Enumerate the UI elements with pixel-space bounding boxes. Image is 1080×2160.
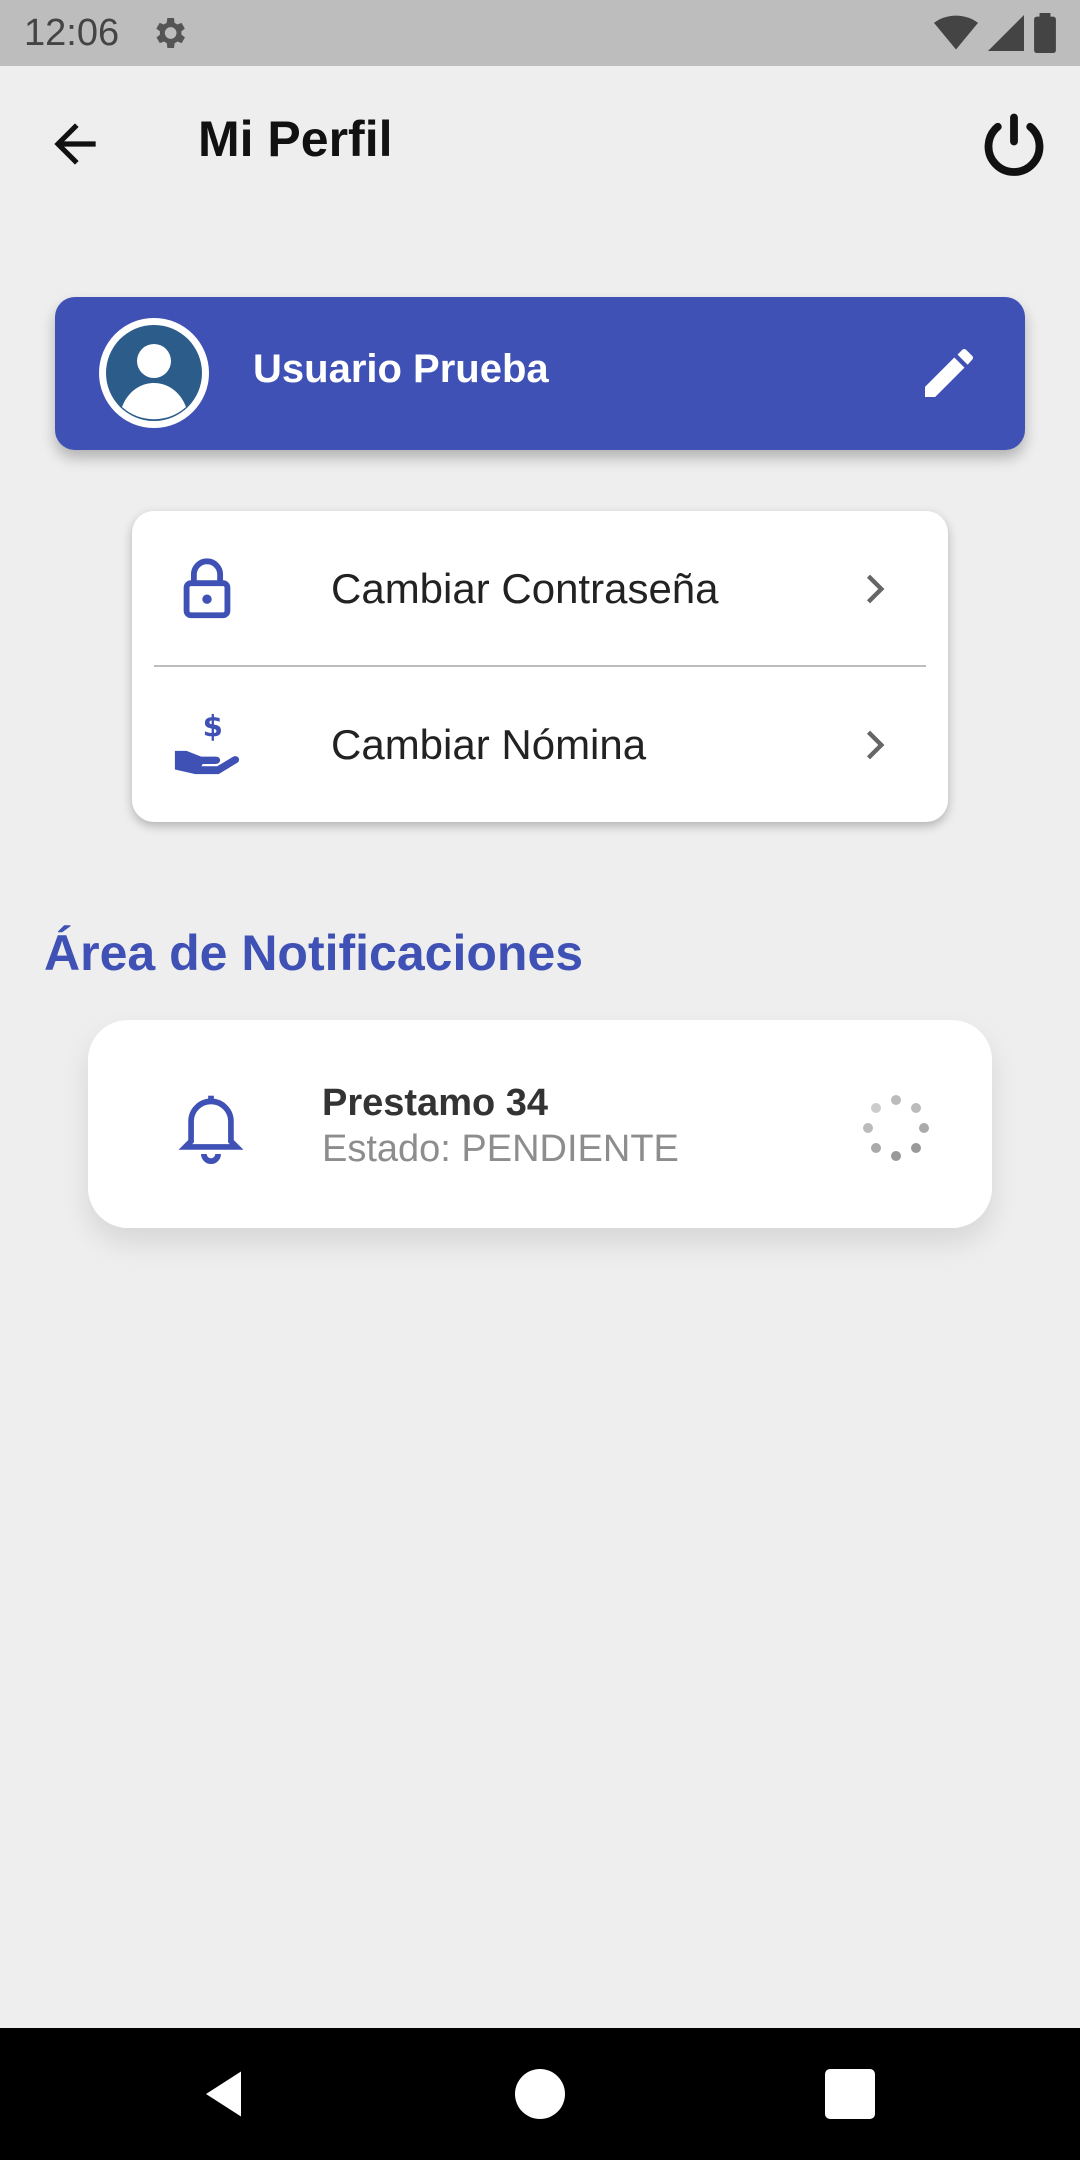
nav-back-icon[interactable] (196, 2064, 256, 2124)
lock-icon (183, 557, 231, 618)
change-payroll-item[interactable]: $ Cambiar Nómina (132, 667, 948, 822)
notification-status: Estado: PENDIENTE (322, 1128, 679, 1170)
svg-text:$: $ (203, 710, 223, 743)
chevron-right-icon (866, 574, 885, 603)
page-title: Mi Perfil (198, 111, 393, 167)
wifi-icon (934, 15, 978, 50)
nav-home-icon[interactable] (510, 2064, 570, 2124)
loading-spinner-icon (863, 1095, 929, 1161)
hand-money-icon: $ (174, 710, 240, 774)
bell-icon (178, 1095, 244, 1164)
settings-gear-icon (156, 18, 186, 48)
change-payroll-label: Cambiar Nómina (331, 720, 647, 768)
app-bar: Mi Perfil (0, 66, 1080, 222)
status-time: 12:06 (24, 11, 120, 54)
notification-title: Prestamo 34 (322, 1082, 549, 1124)
avatar (99, 318, 209, 428)
profile-options-card: Cambiar Contraseña $ Cambiar Nómina (132, 511, 948, 822)
change-password-label: Cambiar Contraseña (331, 564, 719, 612)
profile-card: Usuario Prueba (55, 297, 1025, 450)
cell-signal-icon (988, 15, 1024, 51)
user-avatar-icon (106, 325, 202, 421)
nav-recents-icon[interactable] (820, 2064, 880, 2124)
system-nav-bar (0, 2028, 1080, 2160)
notifications-section-title: Área de Notificaciones (44, 925, 584, 981)
battery-icon (1034, 13, 1056, 53)
change-password-item[interactable]: Cambiar Contraseña (132, 511, 948, 666)
power-logout-icon[interactable] (978, 110, 1050, 182)
screen: 12:06 Mi Perfil Usuario Prueba Cambiar C… (0, 0, 1080, 2160)
back-arrow-icon[interactable] (44, 113, 106, 175)
status-bar: 12:06 (0, 0, 1080, 66)
status-icons (934, 13, 1056, 53)
notification-item[interactable]: Prestamo 34 Estado: PENDIENTE (88, 1020, 992, 1228)
profile-name: Usuario Prueba (253, 347, 549, 391)
edit-pencil-icon[interactable] (917, 341, 981, 405)
chevron-right-icon (866, 730, 885, 759)
